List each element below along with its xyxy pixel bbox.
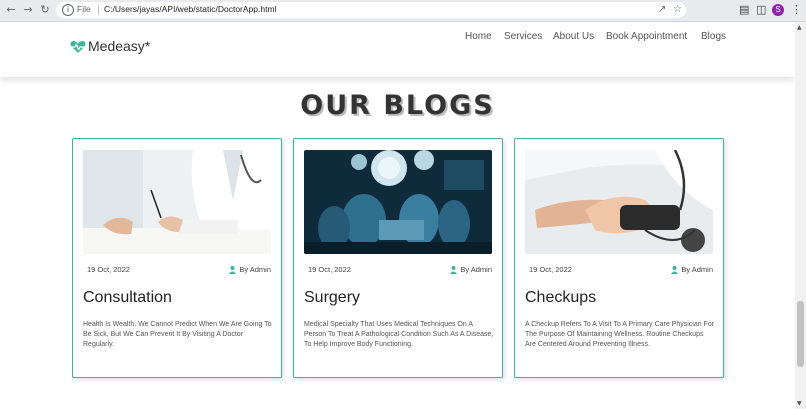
blog-card-consultation[interactable]: 19 Oct, 2022 By Admin Consultation Healt… bbox=[72, 138, 282, 378]
card-title[interactable]: Surgery bbox=[304, 289, 360, 307]
scroll-up-arrow-icon[interactable]: ▲ bbox=[797, 24, 802, 31]
card-author-label: By Admin bbox=[239, 265, 271, 274]
operating-room-image bbox=[304, 150, 492, 254]
heart-pulse-icon bbox=[70, 41, 86, 53]
blog-card-checkups[interactable]: 19 Oct, 2022 By Admin Checkups A Checkup… bbox=[514, 138, 724, 378]
star-icon[interactable]: ☆ bbox=[673, 4, 682, 15]
info-icon[interactable]: i bbox=[62, 4, 74, 16]
blog-card-surgery[interactable]: 19 Oct, 2022 By Admin Surgery Medical Sp… bbox=[293, 138, 503, 378]
card-author: By Admin bbox=[229, 265, 271, 275]
vertical-scrollbar[interactable]: ▲ ▼ bbox=[795, 22, 806, 409]
card-description: A Checkup Refers To A Visit To A Primary… bbox=[525, 321, 715, 348]
card-author: By Admin bbox=[450, 265, 492, 275]
card-title[interactable]: Consultation bbox=[83, 289, 172, 307]
profile-avatar[interactable]: S bbox=[772, 4, 784, 16]
scroll-down-arrow-icon[interactable]: ▼ bbox=[797, 400, 802, 407]
url-text[interactable]: C:/Users/jayas/API/web/static/DoctorApp.… bbox=[104, 4, 276, 14]
share-icon[interactable]: ↗ bbox=[658, 4, 666, 15]
browser-toolbar: ← → ↻ i File C:/Users/jayas/API/web/stat… bbox=[0, 0, 806, 22]
page-viewport: Medeasy* Home Services About Us Book App… bbox=[0, 22, 795, 409]
doctor-writing-image bbox=[83, 150, 271, 254]
nav-services[interactable]: Services bbox=[504, 31, 542, 42]
user-icon bbox=[671, 266, 679, 275]
card-description: Health Is Wealth. We Cannot Predict When… bbox=[83, 321, 272, 348]
divider bbox=[98, 5, 99, 15]
card-author-label: By Admin bbox=[460, 265, 492, 274]
scrollbar-thumb[interactable] bbox=[797, 301, 804, 367]
address-bar[interactable]: i File C:/Users/jayas/API/web/static/Doc… bbox=[56, 2, 686, 18]
card-title[interactable]: Checkups bbox=[525, 289, 596, 307]
nav-home[interactable]: Home bbox=[465, 31, 492, 42]
forward-arrow-icon[interactable]: → bbox=[21, 3, 35, 17]
nav-about-us[interactable]: About Us bbox=[553, 31, 594, 42]
card-date: 19 Oct, 2022 bbox=[87, 265, 130, 274]
side-panel-icon[interactable]: ◫ bbox=[756, 3, 766, 16]
user-icon bbox=[229, 266, 237, 275]
blood-pressure-image bbox=[525, 150, 713, 254]
extensions-puzzle-icon[interactable]: ▤ bbox=[739, 3, 749, 16]
reload-icon[interactable]: ↻ bbox=[38, 3, 52, 17]
menu-kebab-icon[interactable]: ⋮ bbox=[791, 3, 802, 16]
card-date: 19 Oct, 2022 bbox=[308, 265, 351, 274]
nav-blogs[interactable]: Blogs bbox=[701, 31, 726, 42]
site-header: Medeasy* Home Services About Us Book App… bbox=[0, 22, 795, 77]
nav-book-appointment[interactable]: Book Appointment bbox=[606, 31, 687, 42]
section-title: OUR BLOGS bbox=[300, 90, 495, 121]
card-author-label: By Admin bbox=[681, 265, 713, 274]
card-date: 19 Oct, 2022 bbox=[529, 265, 572, 274]
card-author: By Admin bbox=[671, 265, 713, 275]
user-icon bbox=[450, 266, 458, 275]
back-arrow-icon[interactable]: ← bbox=[4, 3, 18, 17]
url-scheme: File bbox=[77, 4, 91, 14]
card-description: Medical Specialty That Uses Medical Tech… bbox=[304, 321, 494, 348]
site-logo[interactable]: Medeasy* bbox=[88, 38, 150, 54]
